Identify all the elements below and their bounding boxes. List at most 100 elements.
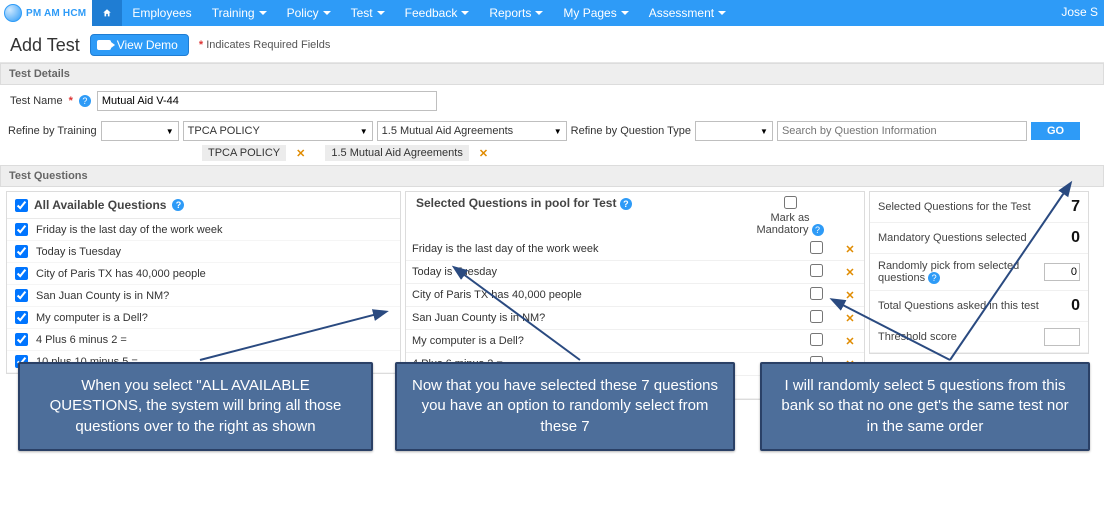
selected-questions-title: Selected Questions in pool for Test xyxy=(416,196,616,210)
chevron-down-icon: ▼ xyxy=(360,127,368,136)
training-select[interactable]: ▼ xyxy=(101,121,179,141)
nav-label: Training xyxy=(212,6,255,20)
summary-panel: Selected Questions for the Test 7 Mandat… xyxy=(869,191,1089,354)
brand-logo: PM AM HCM xyxy=(0,0,92,26)
random-count-input[interactable] xyxy=(1044,263,1080,281)
question-text: City of Paris TX has 40,000 people xyxy=(36,268,206,280)
nav-training[interactable]: Training xyxy=(202,0,277,26)
selected-question-row: San Juan County is in NM?✕ xyxy=(406,307,864,330)
callout-left: When you select "ALL AVAILABLE QUESTIONS… xyxy=(18,362,373,451)
chevron-down-icon xyxy=(718,11,726,15)
available-question-row: Friday is the last day of the work week xyxy=(7,219,400,241)
available-question-row: City of Paris TX has 40,000 people xyxy=(7,263,400,285)
available-questions-panel: All Available Questions ? Friday is the … xyxy=(6,191,401,374)
nav-policy[interactable]: Policy xyxy=(277,0,341,26)
asterisk-icon: * xyxy=(69,95,73,107)
mark-all-mandatory-checkbox[interactable] xyxy=(784,196,797,209)
help-icon[interactable]: ? xyxy=(79,95,91,107)
summary-mandatory: Mandatory Questions selected 0 xyxy=(870,223,1088,254)
remove-question-button[interactable]: ✕ xyxy=(836,261,864,284)
chip-label: 1.5 Mutual Aid Agreements xyxy=(331,147,462,159)
nav-label: Assessment xyxy=(649,6,714,20)
remove-training-chip[interactable]: ✕ xyxy=(290,147,311,160)
globe-icon xyxy=(4,4,22,22)
selected-question-row: City of Paris TX has 40,000 people✕ xyxy=(406,284,864,307)
chevron-down-icon xyxy=(323,11,331,15)
view-demo-label: View Demo xyxy=(117,38,178,52)
mandatory-checkbox[interactable] xyxy=(810,264,823,277)
mandatory-cell xyxy=(796,261,836,284)
row-filter-chips: TPCA POLICY ✕ 1.5 Mutual Aid Agreements … xyxy=(0,145,1104,165)
search-question-input[interactable] xyxy=(777,121,1027,141)
test-name-input[interactable] xyxy=(97,91,437,111)
help-icon[interactable]: ? xyxy=(928,272,940,284)
callout-right: I will randomly select 5 questions from … xyxy=(760,362,1090,451)
chevron-down-icon xyxy=(621,11,629,15)
summary-value: 0 xyxy=(1071,229,1080,247)
available-questions-header: All Available Questions ? xyxy=(7,192,400,219)
page-bar: Add Test View Demo * Indicates Required … xyxy=(0,26,1104,63)
mandatory-cell xyxy=(796,238,836,261)
summary-label: Randomly pick from selected questions xyxy=(878,260,1019,284)
question-text: My computer is a Dell? xyxy=(36,312,148,324)
chevron-down-icon xyxy=(535,11,543,15)
summary-label: Selected Questions for the Test xyxy=(878,201,1031,213)
question-checkbox[interactable] xyxy=(15,245,28,258)
nav-employees[interactable]: Employees xyxy=(122,0,201,26)
training-subcategory-select[interactable]: 1.5 Mutual Aid Agreements▼ xyxy=(377,121,567,141)
nav-assessment[interactable]: Assessment xyxy=(639,0,736,26)
go-button[interactable]: GO xyxy=(1031,122,1080,140)
mandatory-checkbox[interactable] xyxy=(810,241,823,254)
view-demo-button[interactable]: View Demo xyxy=(90,34,189,56)
question-text: Friday is the last day of the work week xyxy=(36,224,222,236)
remove-question-button[interactable]: ✕ xyxy=(836,307,864,330)
select-all-questions-checkbox[interactable] xyxy=(15,199,28,212)
selected-questions-header: Selected Questions in pool for Test ? Ma… xyxy=(406,192,864,238)
home-button[interactable] xyxy=(92,0,122,26)
help-icon[interactable]: ? xyxy=(620,198,632,210)
current-user: Jose S xyxy=(1061,5,1098,19)
remove-question-button[interactable]: ✕ xyxy=(836,238,864,261)
remove-question-button[interactable]: ✕ xyxy=(836,284,864,307)
callout-mid: Now that you have selected these 7 quest… xyxy=(395,362,735,451)
available-question-row: 4 Plus 6 minus 2 = xyxy=(7,329,400,351)
qtype-select[interactable]: ▼ xyxy=(695,121,773,141)
required-fields-note: * Indicates Required Fields xyxy=(199,39,330,51)
mandatory-checkbox[interactable] xyxy=(810,333,823,346)
nav-mypages[interactable]: My Pages xyxy=(553,0,638,26)
question-text: Friday is the last day of the work week xyxy=(406,238,796,261)
required-fields-text: Indicates Required Fields xyxy=(206,39,330,51)
question-text: Today is Tuesday xyxy=(406,261,796,284)
nav-label: My Pages xyxy=(563,6,616,20)
question-text: 4 Plus 6 minus 2 = xyxy=(36,334,127,346)
summary-label: Total Questions asked in this test xyxy=(878,300,1039,312)
remove-question-button[interactable]: ✕ xyxy=(836,330,864,353)
question-checkbox[interactable] xyxy=(15,289,28,302)
question-checkbox[interactable] xyxy=(15,267,28,280)
help-icon[interactable]: ? xyxy=(812,224,824,236)
chevron-down-icon xyxy=(259,11,267,15)
sel-label: 1.5 Mutual Aid Agreements xyxy=(382,125,513,137)
nav-label: Test xyxy=(351,6,373,20)
remove-subtraining-chip[interactable]: ✕ xyxy=(473,147,494,160)
threshold-input[interactable] xyxy=(1044,328,1080,346)
help-icon[interactable]: ? xyxy=(172,199,184,211)
nav-feedback[interactable]: Feedback xyxy=(395,0,480,26)
available-question-row: My computer is a Dell? xyxy=(7,307,400,329)
section-test-questions: Test Questions xyxy=(0,165,1104,187)
summary-label: Threshold score xyxy=(878,331,957,343)
question-checkbox[interactable] xyxy=(15,333,28,346)
summary-value: 7 xyxy=(1071,198,1080,216)
question-checkbox[interactable] xyxy=(15,311,28,324)
mandatory-checkbox[interactable] xyxy=(810,287,823,300)
question-checkbox[interactable] xyxy=(15,223,28,236)
nav-label: Policy xyxy=(287,6,319,20)
nav-reports[interactable]: Reports xyxy=(479,0,553,26)
sel-label: TPCA POLICY xyxy=(188,125,260,137)
available-question-row: San Juan County is in NM? xyxy=(7,285,400,307)
row-test-name: Test Name * ? xyxy=(0,85,1104,117)
training-category-select[interactable]: TPCA POLICY ▼ xyxy=(183,121,373,141)
mandatory-checkbox[interactable] xyxy=(810,310,823,323)
mandatory-cell xyxy=(796,330,836,353)
nav-test[interactable]: Test xyxy=(341,0,395,26)
